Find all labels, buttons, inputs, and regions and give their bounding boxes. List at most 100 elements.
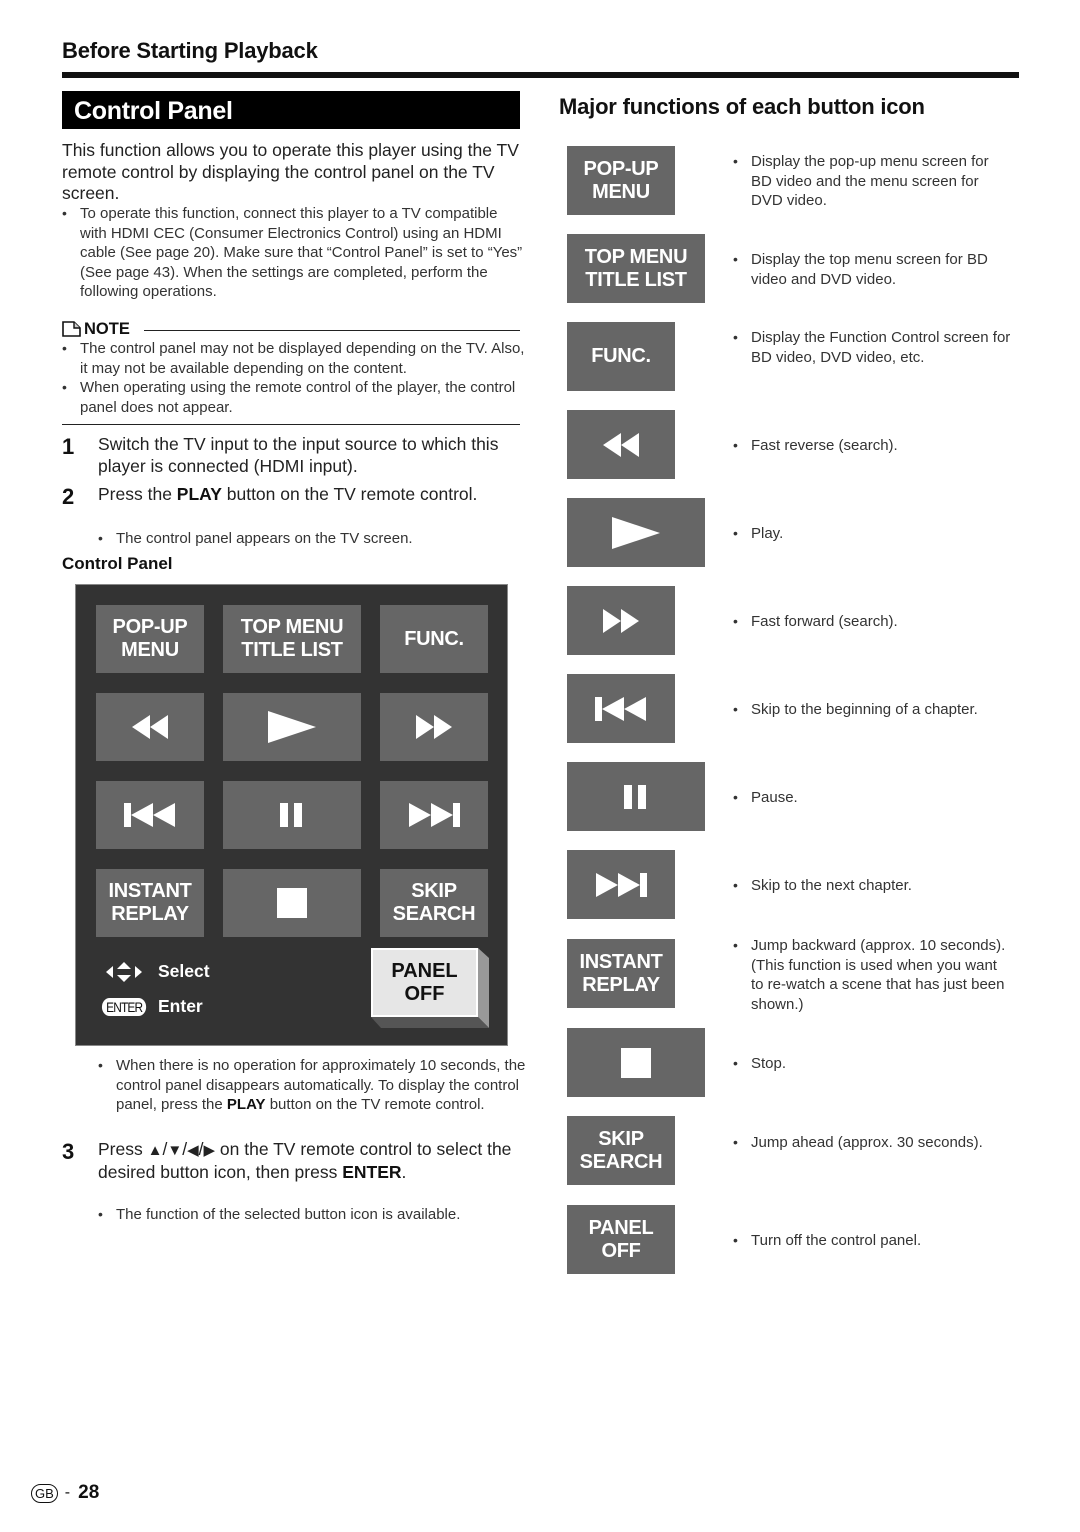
skip-next-icon	[596, 872, 647, 897]
step-text-part: Press the	[98, 484, 177, 504]
intro-bullets: To operate this function, connect this p…	[62, 204, 527, 302]
instant-replay-button[interactable]: INSTANT REPLAY	[96, 869, 204, 937]
button-label: FUNC.	[404, 627, 464, 650]
step-3: 3 Press ▲/▼/◀/▶ on the TV remote control…	[62, 1139, 527, 1183]
skip-search-icon: SKIP SEARCH	[567, 1116, 675, 1185]
right-arrow-icon: ▶	[203, 1142, 216, 1159]
skip-back-icon	[595, 696, 646, 721]
icon-label: TITLE LIST	[585, 268, 687, 291]
skip-next-button[interactable]	[380, 781, 488, 849]
function-description: Stop.	[733, 1054, 1013, 1074]
play-button[interactable]	[223, 693, 361, 761]
function-description: Jump backward (approx. 10 seconds). (Thi…	[733, 936, 1013, 1014]
down-arrow-icon: ▼	[167, 1142, 183, 1159]
fast-reverse-icon	[603, 432, 639, 457]
top-menu-icon: TOP MENU TITLE LIST	[567, 234, 705, 303]
step-1: 1 Switch the TV input to the input sourc…	[62, 434, 527, 477]
step-3-bullets: The function of the selected button icon…	[98, 1205, 528, 1225]
fast-reverse-button[interactable]	[96, 693, 204, 761]
fast-reverse-icon	[132, 715, 168, 739]
skip-next-tile	[567, 850, 675, 919]
heading-rule	[62, 72, 1019, 78]
function-description: Skip to the next chapter.	[733, 876, 1013, 896]
button-label: MENU	[121, 639, 179, 661]
page-title: Control Panel	[62, 91, 520, 129]
note-bullets: The control panel may not be displayed d…	[62, 339, 527, 417]
note-divider	[143, 329, 520, 331]
function-description: Fast reverse (search).	[733, 436, 1013, 456]
intro-bullet: To operate this function, connect this p…	[62, 204, 527, 302]
pause-button[interactable]	[223, 781, 361, 849]
function-description: Skip to the beginning of a chapter.	[733, 700, 1033, 720]
functions-heading: Major functions of each button icon	[559, 94, 925, 119]
note-label: NOTE	[84, 319, 130, 338]
panel-off-button[interactable]: PANEL OFF	[371, 948, 489, 1028]
step-number: 1	[62, 434, 75, 459]
legend-select: Select	[98, 961, 210, 982]
pause-icon	[280, 803, 302, 827]
pause-icon	[624, 784, 646, 809]
icon-label: SEARCH	[579, 1150, 663, 1173]
legend-enter-label: Enter	[158, 996, 203, 1016]
fast-forward-button[interactable]	[380, 693, 488, 761]
step-text: Press ▲/▼/◀/▶ on the TV remote control t…	[98, 1139, 527, 1183]
legend-enter: ENTER Enter	[98, 996, 203, 1017]
legend-select-label: Select	[158, 961, 210, 981]
step-text: Press the PLAY button on the TV remote c…	[98, 484, 527, 506]
instant-replay-icon: INSTANT REPLAY	[567, 939, 675, 1008]
icon-label: OFF	[601, 1239, 641, 1262]
step-text-part: Press	[98, 1139, 148, 1159]
page-footer: GB - 28	[31, 1482, 99, 1504]
function-description: Fast forward (search).	[733, 612, 1013, 632]
page-number: 28	[78, 1482, 100, 1503]
enter-icon: ENTER	[101, 997, 147, 1016]
note-bullet: The control panel may not be displayed d…	[62, 339, 527, 378]
skip-back-button[interactable]	[96, 781, 204, 849]
play-tile	[567, 498, 705, 567]
step-bullet: The control panel appears on the TV scre…	[98, 529, 528, 549]
top-menu-button[interactable]: TOP MENU TITLE LIST	[223, 605, 361, 673]
step-2-bullets: The control panel appears on the TV scre…	[98, 529, 528, 549]
icon-label: INSTANT	[579, 950, 663, 973]
left-arrow-icon: ◀	[187, 1142, 199, 1159]
button-label: SEARCH	[392, 903, 476, 925]
note-text-part: button on the TV remote control.	[265, 1096, 485, 1113]
function-description: Display the Function Control screen for …	[733, 328, 1013, 367]
play-icon	[612, 516, 660, 549]
button-label: REPLAY	[111, 903, 189, 925]
icon-label: TOP MENU	[584, 245, 688, 268]
stop-button[interactable]	[223, 869, 361, 937]
button-label: POP-UP	[112, 616, 188, 638]
step-number: 2	[62, 484, 75, 509]
popup-menu-button[interactable]: POP-UP MENU	[96, 605, 204, 673]
note-text-bold: PLAY	[226, 1096, 266, 1113]
button-label: SKIP	[411, 880, 457, 902]
function-description: Turn off the control panel.	[733, 1231, 1013, 1251]
footer-separator: -	[64, 1484, 71, 1501]
function-description: Pause.	[733, 788, 1013, 808]
step-text-part: .	[401, 1161, 407, 1182]
fast-forward-tile	[567, 586, 675, 655]
stop-icon	[277, 888, 307, 918]
func-icon: FUNC.	[567, 322, 675, 391]
button-label: TITLE LIST	[241, 639, 343, 661]
step-number: 3	[62, 1139, 75, 1164]
panel-off-icon: PANEL OFF	[567, 1205, 675, 1274]
skip-search-button[interactable]: SKIP SEARCH	[380, 869, 488, 937]
function-description: Display the top menu screen for BD video…	[733, 250, 1013, 289]
icon-label: FUNC.	[591, 345, 651, 367]
directional-arrows-icon	[106, 961, 142, 982]
step-text: Switch the TV input to the input source …	[98, 434, 499, 476]
skip-next-icon	[409, 803, 460, 827]
fast-forward-icon	[603, 608, 639, 633]
stop-tile	[567, 1028, 705, 1097]
func-button[interactable]: FUNC.	[380, 605, 488, 673]
note-bullet: When operating using the remote control …	[62, 378, 527, 417]
step-2: 2 Press the PLAY button on the TV remote…	[62, 484, 527, 509]
skip-back-icon	[124, 803, 175, 827]
button-label: INSTANT	[108, 880, 192, 902]
fast-reverse-tile	[567, 410, 675, 479]
icon-label: PANEL	[588, 1216, 654, 1239]
button-label: OFF	[404, 982, 445, 1005]
button-label: TOP MENU	[240, 616, 344, 638]
